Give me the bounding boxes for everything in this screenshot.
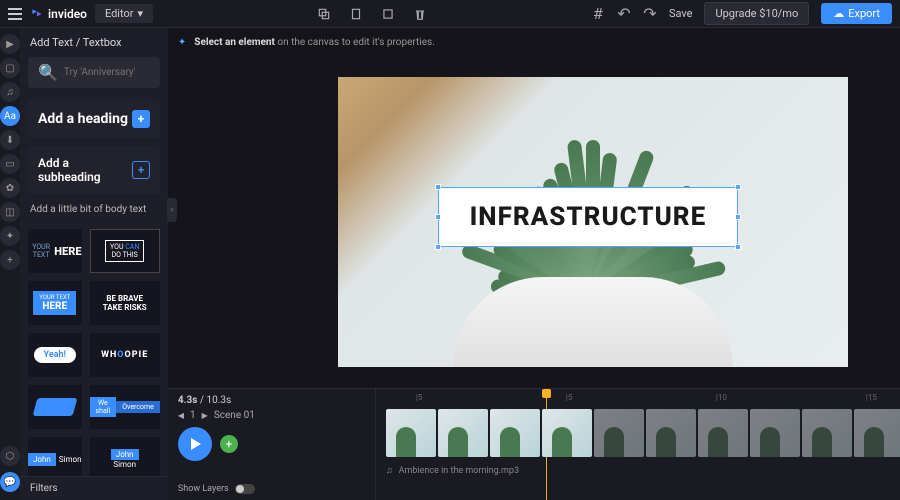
canvas-stage[interactable]: INFRASTRUCTURE bbox=[168, 56, 900, 388]
export-button[interactable]: ☁ Export bbox=[821, 3, 892, 24]
timeline-clip[interactable] bbox=[438, 409, 488, 457]
timeline-clip[interactable] bbox=[490, 409, 540, 457]
timeline-clip[interactable] bbox=[386, 409, 436, 457]
paste-icon[interactable] bbox=[349, 7, 363, 21]
timeline: 4.3s / 10.3s ◀ 1 ▶ Scene 01 + Show Layer… bbox=[168, 388, 900, 500]
text-template-6[interactable] bbox=[28, 385, 82, 429]
canvas-area: ‹ ✦ Select an element on the canvas to e… bbox=[168, 28, 900, 500]
duplicate-icon[interactable] bbox=[381, 7, 395, 21]
sidebar-text-icon[interactable]: Aa bbox=[0, 106, 20, 126]
template-grid: YOUR TEXTHEREYOU CANDO THISYOUR TEXTHERE… bbox=[20, 221, 168, 476]
add-heading-button[interactable]: Add a heading + bbox=[28, 100, 160, 138]
timeline-ruler: |5|5|10|15 bbox=[376, 389, 900, 405]
text-element-selected[interactable]: INFRASTRUCTURE bbox=[438, 187, 738, 247]
add-body-button[interactable]: Add a little bit of body text bbox=[30, 204, 158, 215]
sidebar-stats-icon[interactable]: ⬡ bbox=[0, 446, 20, 466]
sidebar-add-icon[interactable]: + bbox=[0, 250, 20, 270]
timeline-clip[interactable] bbox=[854, 409, 900, 457]
plant-pot bbox=[453, 277, 733, 367]
sidebar-chat-icon[interactable]: 💬 bbox=[0, 472, 20, 492]
add-scene-button[interactable]: + bbox=[220, 435, 238, 453]
copy-icon[interactable] bbox=[317, 7, 331, 21]
redo-icon[interactable]: ↷ bbox=[643, 7, 657, 21]
text-template-1[interactable]: YOU CANDO THIS bbox=[90, 229, 160, 273]
timeline-clip[interactable] bbox=[698, 409, 748, 457]
toggle-switch[interactable] bbox=[235, 484, 255, 494]
resize-handle-sw[interactable] bbox=[435, 244, 441, 250]
time-display: 4.3s / 10.3s bbox=[178, 395, 365, 406]
timeline-clip[interactable] bbox=[646, 409, 696, 457]
text-panel: Add Text / Textbox 🔍 Add a heading + Add… bbox=[20, 28, 168, 500]
brand-name: invideo bbox=[48, 7, 87, 21]
resize-handle-se[interactable] bbox=[735, 244, 741, 250]
sidebar-image-icon[interactable]: ▢ bbox=[0, 58, 20, 78]
timeline-clip[interactable] bbox=[750, 409, 800, 457]
canvas-hint-bar: ✦ Select an element on the canvas to edi… bbox=[168, 28, 900, 56]
audio-track[interactable]: ♫ Ambience in the morning.mp3 bbox=[376, 461, 900, 480]
panel-title: Add Text / Textbox bbox=[20, 28, 168, 57]
sidebar-shapes-icon[interactable]: ◫ bbox=[0, 202, 20, 222]
top-right-tools: # ↶ ↷ Save Upgrade $10/mo ☁ Export bbox=[591, 2, 892, 25]
top-center-tools bbox=[161, 7, 583, 21]
show-layers-toggle[interactable]: Show Layers bbox=[178, 484, 365, 494]
chevron-right-icon[interactable]: ▶ bbox=[202, 411, 208, 420]
resize-handle-w[interactable] bbox=[435, 214, 441, 220]
grid-icon[interactable]: # bbox=[591, 7, 605, 21]
text-template-2[interactable]: YOUR TEXTHERE bbox=[28, 281, 82, 325]
topbar: invideo Editor ▾ # ↶ ↷ Save Upgrade $10/… bbox=[0, 0, 900, 28]
filters-button[interactable]: Filters bbox=[20, 476, 168, 500]
tool-sidebar: ▶ ▢ ♫ Aa ⬇ ▭ ✿ ◫ ✦ + ⬡ 💬 bbox=[0, 28, 20, 500]
video-clips-track[interactable] bbox=[376, 405, 900, 461]
save-button[interactable]: Save bbox=[669, 7, 693, 20]
scene-selector[interactable]: ◀ 1 ▶ Scene 01 bbox=[178, 410, 365, 421]
sidebar-sticker-icon[interactable]: ✿ bbox=[0, 178, 20, 198]
chevron-down-icon: ▾ bbox=[137, 7, 143, 20]
sidebar-folder-icon[interactable]: ▭ bbox=[0, 154, 20, 174]
cloud-icon: ☁ bbox=[833, 7, 844, 20]
resize-handle-e[interactable] bbox=[735, 214, 741, 220]
text-template-7[interactable]: We shallOvercome bbox=[90, 385, 160, 429]
play-button[interactable] bbox=[178, 427, 212, 461]
collapse-panel-handle[interactable]: ‹ bbox=[167, 198, 177, 222]
timeline-clip[interactable] bbox=[802, 409, 852, 457]
undo-icon[interactable]: ↶ bbox=[617, 7, 631, 21]
upgrade-button[interactable]: Upgrade $10/mo bbox=[704, 2, 809, 25]
plus-icon: + bbox=[132, 110, 150, 128]
sidebar-video-icon[interactable]: ▶ bbox=[0, 34, 20, 54]
trash-icon[interactable] bbox=[413, 7, 427, 21]
add-subheading-button[interactable]: Add a subheading + bbox=[28, 146, 160, 194]
resize-handle-ne[interactable] bbox=[735, 184, 741, 190]
timeline-clip[interactable] bbox=[542, 409, 592, 457]
text-template-9[interactable]: JohnSimon bbox=[90, 437, 160, 476]
canvas-text-content[interactable]: INFRASTRUCTURE bbox=[470, 202, 707, 232]
search-input-wrapper[interactable]: 🔍 bbox=[28, 57, 160, 88]
timeline-controls: 4.3s / 10.3s ◀ 1 ▶ Scene 01 + Show Layer… bbox=[168, 389, 376, 500]
canvas[interactable]: INFRASTRUCTURE bbox=[338, 77, 848, 367]
audio-icon: ♫ bbox=[386, 465, 393, 476]
text-template-8[interactable]: JohnSimon bbox=[28, 437, 82, 476]
resize-handle-nw[interactable] bbox=[435, 184, 441, 190]
editor-dropdown[interactable]: Editor ▾ bbox=[95, 4, 153, 23]
text-template-4[interactable]: Yeah! bbox=[28, 333, 82, 377]
plus-icon: + bbox=[132, 161, 150, 179]
sidebar-music-icon[interactable]: ♫ bbox=[0, 82, 20, 102]
search-input[interactable] bbox=[64, 67, 150, 78]
text-template-3[interactable]: BE BRAVETAKE RISKS bbox=[90, 281, 160, 325]
main-layout: ▶ ▢ ♫ Aa ⬇ ▭ ✿ ◫ ✦ + ⬡ 💬 Add Text / Text… bbox=[0, 28, 900, 500]
chevron-left-icon[interactable]: ◀ bbox=[178, 411, 184, 420]
text-template-5[interactable]: WHOOPIE bbox=[90, 333, 160, 377]
timeline-track-area[interactable]: |5|5|10|15 ♫ Ambience in the morning.mp3 bbox=[376, 389, 900, 500]
search-icon: 🔍 bbox=[38, 63, 58, 82]
sidebar-effects-icon[interactable]: ✦ bbox=[0, 226, 20, 246]
sparkle-icon: ✦ bbox=[178, 37, 186, 48]
brand-logo[interactable]: invideo bbox=[30, 7, 87, 21]
menu-icon[interactable] bbox=[8, 8, 22, 20]
timeline-clip[interactable] bbox=[594, 409, 644, 457]
sidebar-upload-icon[interactable]: ⬇ bbox=[0, 130, 20, 150]
text-template-0[interactable]: YOUR TEXTHERE bbox=[28, 229, 82, 273]
